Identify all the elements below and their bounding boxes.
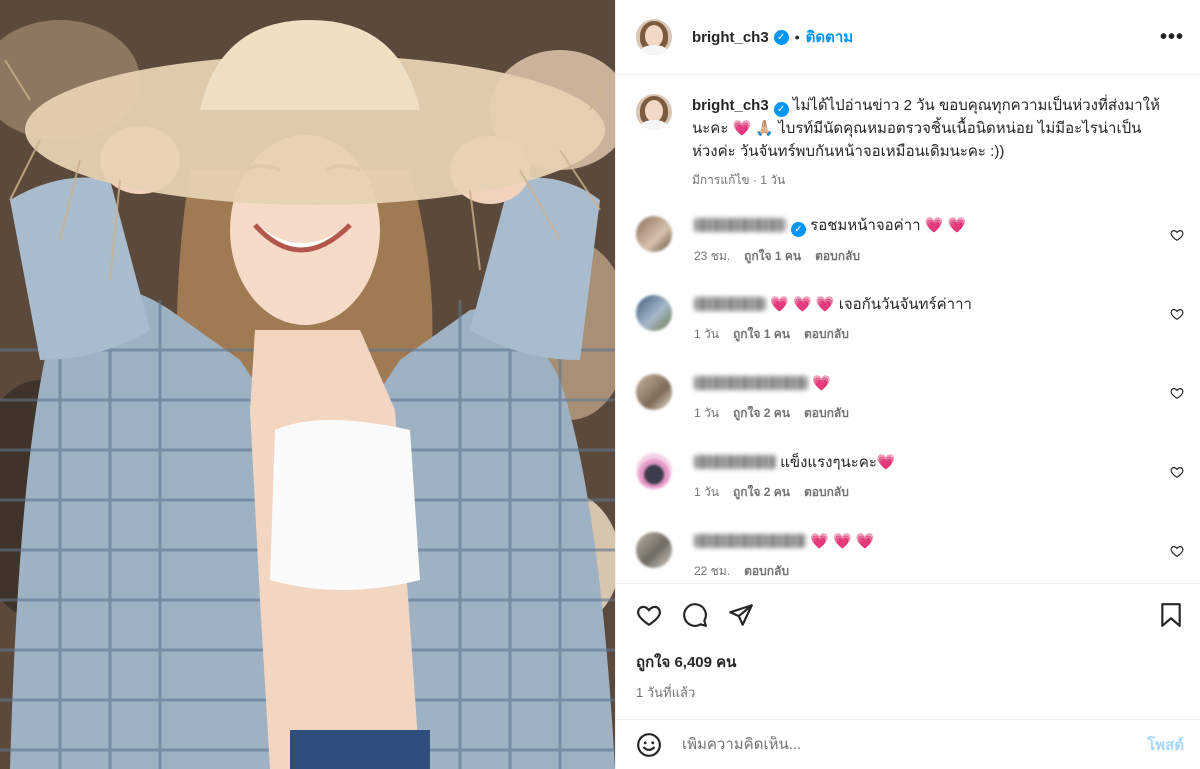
comment-like-count[interactable]: ถูกใจ 1 คน bbox=[733, 327, 790, 341]
comment-text: รอชมหน้าจอค่าา 💗 💗 bbox=[810, 217, 967, 234]
post-photo[interactable] bbox=[0, 0, 615, 769]
comment-item: 💗 💗 💗 22 ชม. ตอบกลับ bbox=[636, 532, 1184, 583]
verified-badge-icon: ✓ bbox=[773, 29, 789, 45]
comment-time: 1 วัน bbox=[694, 406, 719, 420]
commenter-avatar[interactable] bbox=[636, 532, 672, 568]
reply-button[interactable]: ตอบกลับ bbox=[804, 485, 849, 499]
share-icon[interactable] bbox=[728, 602, 754, 628]
commenter-avatar[interactable] bbox=[636, 216, 672, 252]
comment-like-count[interactable]: ถูกใจ 1 คน bbox=[744, 249, 801, 263]
post-caption: bright_ch3 ✓ ไม่ได้ไปอ่านข่าว 2 วัน ขอบคุ… bbox=[616, 76, 1200, 192]
comment-item: แข็งแรงๆนะคะ💗 1 วัน ถูกใจ 2 คน ตอบกลับ bbox=[636, 453, 1184, 513]
commenter-name-blurred[interactable] bbox=[694, 376, 808, 390]
emoji-icon[interactable] bbox=[636, 732, 662, 758]
caption-username[interactable]: bright_ch3 bbox=[692, 97, 769, 114]
caption-meta: มีการแก้ไข · 1 วัน bbox=[692, 173, 786, 187]
comment-like-count[interactable]: ถูกใจ 2 คน bbox=[733, 485, 790, 499]
post-header: bright_ch3 ✓ • ติดตาม ••• bbox=[616, 0, 1200, 75]
post-comment-button[interactable]: โพสต์ bbox=[1147, 733, 1184, 757]
bookmark-icon[interactable] bbox=[1158, 602, 1184, 628]
verified-badge-icon: ✓ bbox=[791, 222, 806, 237]
comment-text: แข็งแรงๆนะคะ💗 bbox=[780, 454, 896, 471]
caption-avatar[interactable] bbox=[636, 94, 672, 130]
commenter-name-blurred[interactable] bbox=[694, 534, 806, 548]
comments-list[interactable]: bright_ch3 ✓ ไม่ได้ไปอ่านข่าว 2 วัน ขอบคุ… bbox=[616, 76, 1200, 583]
comment-time: 22 ชม. bbox=[694, 564, 731, 578]
comment-time: 1 วัน bbox=[694, 327, 719, 341]
reply-button[interactable]: ตอบกลับ bbox=[804, 406, 849, 420]
comment-item: ✓ รอชมหน้าจอค่าา 💗 💗 23 ชม. ถูกใจ 1 คน ตอบ… bbox=[636, 216, 1184, 276]
more-icon[interactable]: ••• bbox=[1160, 27, 1184, 47]
commenter-name-blurred[interactable] bbox=[694, 297, 766, 311]
comment-icon[interactable] bbox=[682, 602, 708, 628]
comment-heart-icon[interactable] bbox=[1170, 307, 1184, 321]
comment-item: 💗 💗 💗 เจอกันวันจันทร์ค่าาา 1 วัน ถูกใจ 1 … bbox=[636, 295, 1184, 355]
comment-text: 💗 💗 💗 เจอกันวันจันทร์ค่าาา bbox=[770, 296, 972, 313]
comment-heart-icon[interactable] bbox=[1170, 386, 1184, 400]
commenter-avatar[interactable] bbox=[636, 295, 672, 331]
comment-text: 💗 💗 💗 bbox=[810, 533, 875, 550]
comment-heart-icon[interactable] bbox=[1170, 544, 1184, 558]
reply-button[interactable]: ตอบกลับ bbox=[804, 327, 849, 341]
reply-button[interactable]: ตอบกลับ bbox=[744, 564, 789, 578]
comment-time: 23 ชม. bbox=[694, 249, 731, 263]
comment-composer: โพสต์ bbox=[616, 719, 1200, 769]
commenter-avatar[interactable] bbox=[636, 453, 672, 489]
reply-button[interactable]: ตอบกลับ bbox=[815, 249, 860, 263]
commenter-name-blurred[interactable] bbox=[694, 218, 786, 232]
separator-dot: • bbox=[794, 29, 800, 45]
author-avatar[interactable] bbox=[636, 19, 672, 55]
photo-illustration bbox=[0, 0, 615, 769]
comment-time: 1 วัน bbox=[694, 485, 719, 499]
comment-text: 💗 bbox=[812, 375, 831, 392]
comment-input[interactable] bbox=[682, 736, 1148, 753]
commenter-name-blurred[interactable] bbox=[694, 455, 776, 469]
comment-item: 💗 1 วัน ถูกใจ 2 คน ตอบกลับ bbox=[636, 374, 1184, 434]
heart-icon[interactable] bbox=[636, 602, 662, 628]
verified-badge-icon: ✓ bbox=[773, 102, 789, 117]
post-side-panel: bright_ch3 ✓ • ติดตาม ••• bright_ch3 ✓ ไม… bbox=[615, 0, 1200, 769]
commenter-avatar[interactable] bbox=[636, 374, 672, 410]
comment-heart-icon[interactable] bbox=[1170, 465, 1184, 479]
like-count[interactable]: ถูกใจ 6,409 คน bbox=[636, 650, 1184, 674]
comment-heart-icon[interactable] bbox=[1170, 228, 1184, 242]
follow-button[interactable]: ติดตาม bbox=[806, 25, 854, 49]
post-time[interactable]: 1 วันที่แล้ว bbox=[636, 682, 1184, 703]
comment-like-count[interactable]: ถูกใจ 2 คน bbox=[733, 406, 790, 420]
post-actions: ถูกใจ 6,409 คน 1 วันที่แล้ว bbox=[616, 583, 1200, 719]
author-username[interactable]: bright_ch3 bbox=[692, 29, 769, 46]
